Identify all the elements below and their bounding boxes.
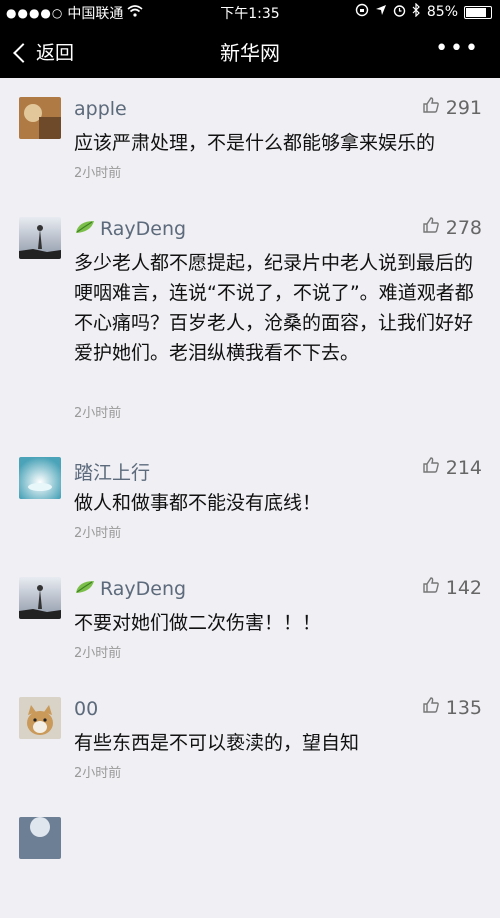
avatar[interactable] bbox=[19, 577, 61, 619]
comment-text: 应该严肃处理，不是什么都能够拿来娱乐的 bbox=[74, 132, 436, 154]
like-button[interactable]: 291 bbox=[422, 96, 482, 119]
status-bar: ●●●●○ 中国联通 下午1:35 85% bbox=[0, 0, 500, 24]
avatar[interactable] bbox=[19, 457, 61, 499]
like-count: 135 bbox=[445, 696, 482, 719]
comment-time: 2小时前 bbox=[74, 406, 122, 421]
like-button[interactable]: 214 bbox=[422, 456, 482, 479]
comment-item: apple 291 应该严肃处理，不是什么都能够拿来娱乐的 2小时前 bbox=[0, 78, 500, 198]
comment-time: 2小时前 bbox=[74, 646, 122, 661]
thumbs-up-icon bbox=[422, 696, 440, 719]
comment-item-partial bbox=[0, 798, 500, 918]
comment-item: 00 135 有些东西是不可以亵渎的，望自知 2小时前 bbox=[0, 678, 500, 798]
like-count: 291 bbox=[445, 96, 482, 119]
battery-percent: 85% bbox=[426, 4, 458, 20]
author-name: RayDeng bbox=[100, 218, 187, 240]
comment-author[interactable]: apple bbox=[74, 98, 127, 120]
comment-item: RayDeng 278 多少老人都不愿提起，纪录片中老人说到最后的哽咽难言，连说… bbox=[0, 198, 500, 438]
thumbs-up-icon bbox=[422, 216, 440, 239]
like-button[interactable]: 278 bbox=[422, 216, 482, 239]
comment-item: 踏江上行 214 做人和做事都不能没有底线！ 2小时前 bbox=[0, 438, 500, 558]
alarm-icon bbox=[393, 4, 406, 21]
battery-icon bbox=[464, 5, 492, 19]
author-name: RayDeng bbox=[100, 578, 187, 600]
like-count: 278 bbox=[445, 216, 482, 239]
like-count: 214 bbox=[445, 456, 482, 479]
comment-author[interactable]: 00 bbox=[74, 698, 98, 720]
comment-text: 做人和做事都不能没有底线！ bbox=[74, 492, 322, 514]
bluetooth-icon bbox=[412, 2, 421, 21]
avatar[interactable] bbox=[19, 697, 61, 739]
nav-bar: 返回 新华网 ••• bbox=[0, 24, 500, 78]
thumbs-up-icon bbox=[422, 456, 440, 479]
comment-author[interactable]: 踏江上行 bbox=[74, 458, 150, 485]
comment-text: 多少老人都不愿提起，纪录片中老人说到最后的哽咽难言，连说“不说了，不说了”。难道… bbox=[74, 252, 474, 364]
rotation-lock-icon bbox=[355, 3, 369, 21]
thumbs-up-icon bbox=[422, 576, 440, 599]
avatar[interactable] bbox=[19, 97, 61, 139]
avatar[interactable] bbox=[19, 217, 61, 259]
more-button[interactable]: ••• bbox=[435, 36, 480, 61]
comment-item: RayDeng 142 不要对她们做二次伤害！！！ 2小时前 bbox=[0, 558, 500, 678]
comment-time: 2小时前 bbox=[74, 166, 122, 181]
like-button[interactable]: 135 bbox=[422, 696, 482, 719]
comment-author[interactable]: RayDeng bbox=[74, 218, 186, 240]
page-title: 新华网 bbox=[220, 41, 280, 65]
location-icon bbox=[375, 4, 387, 20]
avatar[interactable] bbox=[19, 817, 61, 859]
like-button[interactable]: 142 bbox=[422, 576, 482, 599]
comment-author[interactable]: RayDeng bbox=[74, 578, 186, 600]
battery-fill bbox=[466, 7, 487, 17]
leaf-icon bbox=[74, 218, 96, 240]
leaf-icon bbox=[74, 578, 96, 600]
thumbs-up-icon bbox=[422, 96, 440, 119]
like-count: 142 bbox=[445, 576, 482, 599]
comment-text: 有些东西是不可以亵渎的，望自知 bbox=[74, 732, 360, 754]
comment-text: 不要对她们做二次伤害！！！ bbox=[74, 612, 322, 634]
comment-time: 2小时前 bbox=[74, 766, 122, 781]
comment-list: apple 291 应该严肃处理，不是什么都能够拿来娱乐的 2小时前 RayDe… bbox=[0, 78, 500, 918]
comment-time: 2小时前 bbox=[74, 526, 122, 541]
status-right: 85% bbox=[355, 2, 492, 21]
